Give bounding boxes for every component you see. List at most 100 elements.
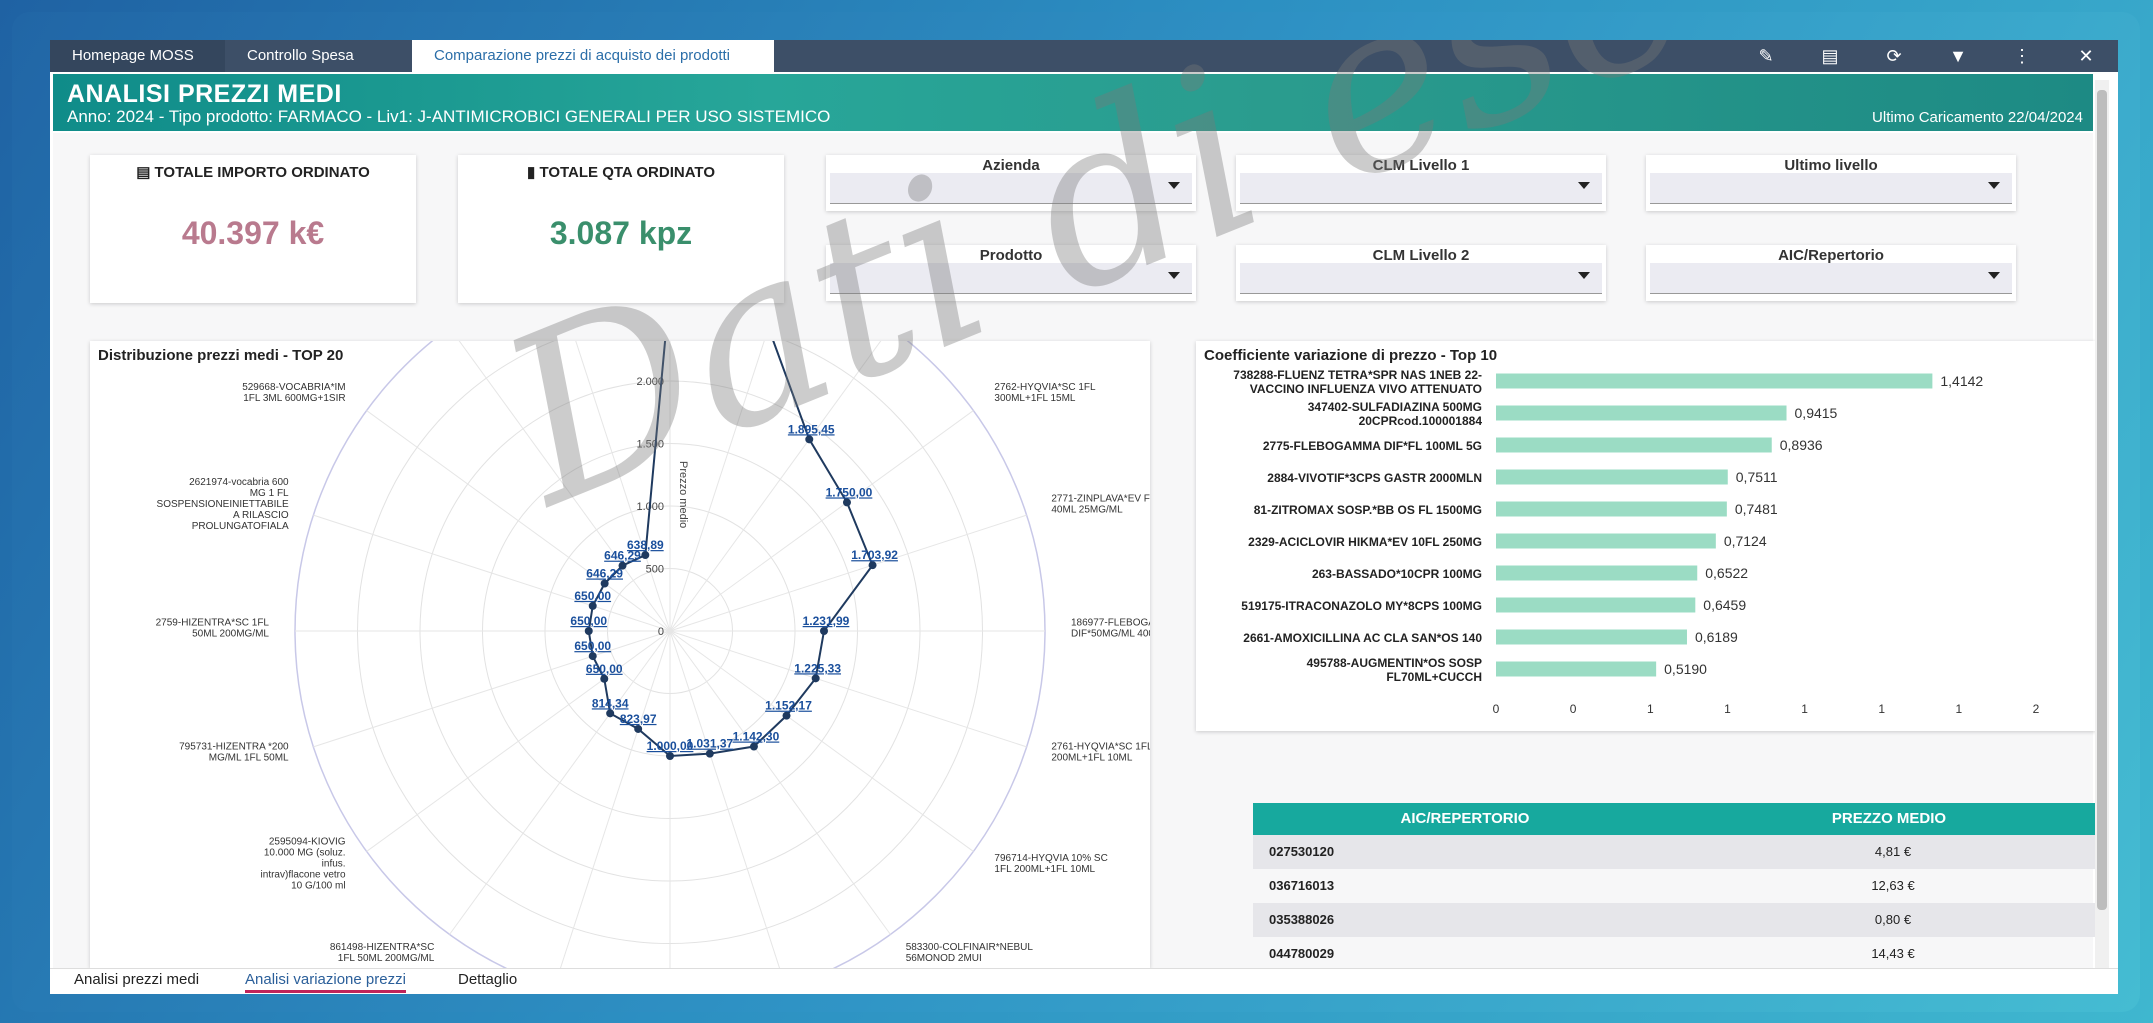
radar-category-label: 2762-HYQVIA*SC 1FL 300ML+1FL 15ML [994, 382, 1096, 404]
bar-value-label: 0,6459 [1703, 597, 1746, 613]
document-icon: ▮ [527, 164, 540, 181]
breadcrumb-controllo-spesa[interactable]: Controllo Spesa [225, 40, 417, 72]
bar-category-label: 263-BASSADO*10CPR 100MG [1312, 567, 1482, 581]
bar [1496, 373, 1933, 389]
vertical-scrollbar[interactable] [2095, 80, 2109, 968]
radar-point [641, 551, 650, 560]
prodotto-select[interactable] [830, 263, 1192, 294]
kpi-label: TOTALE QTA ORDINATO [539, 164, 715, 181]
x-tick-label: 2 [2033, 702, 2040, 716]
radar-point [634, 724, 643, 733]
radial-tick-label: 2.000 [636, 376, 664, 388]
radar-category-label: 2621974-vocabria 600 MG 1 FL SOSPENSIONEIN… [157, 477, 290, 532]
radar-value-label: 1.152,17 [765, 699, 812, 713]
radar-chart-panel: Distribuzione prezzi medi - TOP 20 0 500 1… [90, 341, 1150, 968]
radar-spoke [669, 630, 1027, 748]
radar-point [842, 498, 851, 507]
radar-value-label: 1.142,30 [733, 730, 780, 744]
radar-category-label: 796714-HYQVIA 10% SC 1FL 200ML+1FL 10ML [994, 853, 1107, 875]
ultimo-livello-select[interactable] [1650, 173, 2012, 204]
bar-value-label: 0,7481 [1735, 501, 1778, 517]
filter-clm-livello-1: CLM Livello 1 [1236, 155, 1606, 211]
chevron-down-icon [1988, 182, 2000, 189]
column-header-prezzo[interactable]: PREZZO MEDIO [1677, 803, 2101, 835]
tab-analisi-prezzi-medi[interactable]: Analisi prezzi medi [74, 971, 199, 988]
clm-livello-1-select[interactable] [1240, 173, 1602, 204]
breadcrumb-separator [395, 40, 409, 72]
radar-value-label: 1.225,33 [794, 661, 841, 675]
radar-category-label: 2595094-KIOVIG 10.000 MG (soluz. infus. int… [261, 837, 346, 892]
bar-value-label: 1,4142 [1940, 373, 1983, 389]
radar-value-label: 1.703,92 [851, 548, 898, 562]
radar-point [588, 601, 597, 610]
radar-category-label: 2759-HIZENTRA*SC 1FL 50ML 200MG/ML [156, 618, 270, 640]
radar-value-label: 1.895,45 [788, 422, 835, 436]
book-icon[interactable]: ▤ [1818, 46, 1842, 67]
edit-icon[interactable]: ✎ [1754, 46, 1778, 67]
bar-category-label: 2884-VIVOTIF*3CPS GASTR 2000MLN [1267, 471, 1482, 485]
table-row[interactable]: 036716013 12,63 € [1253, 869, 2101, 903]
radar-category-label: 2771-ZINPLAVA*EV FL 40ML 25MG/ML [1051, 494, 1150, 516]
scrollbar-thumb[interactable] [2097, 90, 2107, 910]
tab-dettaglio[interactable]: Dettaglio [458, 971, 517, 988]
bar [1496, 405, 1787, 421]
filter-aic-repertorio: AIC/Repertorio [1646, 245, 2016, 301]
close-icon[interactable]: ✕ [2074, 46, 2098, 67]
column-header-aic[interactable]: AIC/REPERTORIO [1253, 803, 1677, 835]
radar-spoke [449, 630, 671, 935]
last-load-date: Ultimo Caricamento 22/04/2024 [1872, 109, 2083, 126]
table-row[interactable]: 044780029 14,43 € [1253, 937, 2101, 971]
bar-category-label: 2775-FLEBOGAMMA DIF*FL 100ML 5G [1263, 439, 1482, 453]
more-icon[interactable]: ⋮ [2010, 46, 2034, 67]
bar [1496, 661, 1657, 677]
radar-category-label: 529668-VOCABRIA*IM 1FL 3ML 600MG+1SIR [242, 382, 345, 404]
cell-prezzo: 4,81 € [1874, 844, 1912, 859]
azienda-select[interactable] [830, 173, 1192, 204]
clm-livello-2-select[interactable] [1240, 263, 1602, 294]
filter-prodotto: Prodotto [826, 245, 1196, 301]
cell-aic: 027530120 [1269, 844, 1335, 859]
radar-point [749, 742, 758, 751]
bar [1496, 597, 1696, 613]
filter-azienda: Azienda [826, 155, 1196, 211]
x-tick-label: 0 [1493, 702, 1500, 716]
price-table: AIC/REPERTORIO PREZZO MEDIO 027530120 4,8… [1253, 803, 2101, 994]
bar-value-label: 0,7511 [1736, 469, 1778, 485]
bar [1496, 629, 1687, 645]
breadcrumb-separator [752, 40, 768, 72]
radar-point [666, 752, 674, 760]
tab-analisi-variazione-prezzi[interactable]: Analisi variazione prezzi [245, 971, 406, 993]
aic-repertorio-select[interactable] [1650, 263, 2012, 294]
table-row[interactable]: 027530120 4,81 € [1253, 835, 2101, 869]
radar-point [600, 674, 609, 683]
breadcrumb-home[interactable]: Homepage MOSS [50, 40, 247, 72]
table-row[interactable]: 035388026 0,80 € [1253, 903, 2101, 937]
radar-spoke [366, 410, 671, 632]
radar-spoke [669, 410, 974, 632]
bar [1496, 469, 1728, 485]
radar-category-label: 861498-HIZENTRA*SC 1FL 50ML 200MG/ML [330, 942, 435, 964]
refresh-icon[interactable]: ⟳ [1882, 46, 1906, 67]
bar-value-label: 0,5190 [1664, 661, 1707, 677]
x-tick-label: 1 [1801, 702, 1808, 716]
app-window: Homepage MOSS Controllo Spesa Comparazio… [50, 40, 2118, 994]
radar-spoke [669, 630, 781, 968]
chevron-down-icon [1168, 272, 1180, 279]
chevron-down-icon [1988, 272, 2000, 279]
page-header: ANALISI PREZZI MEDI Anno: 2024 - Tipo pr… [53, 74, 2093, 131]
bar-category-label: 738288-FLUENZ TETRA*SPR NAS 1NEB 22-VACC… [1233, 368, 1482, 396]
radar-point [705, 749, 714, 758]
cell-aic: 036716013 [1269, 878, 1335, 893]
kpi-total-amount: ▤ TOTALE IMPORTO ORDINATO 40.397 k€ [90, 155, 416, 303]
radar-point [584, 627, 593, 635]
filter-label: Azienda [982, 157, 1040, 174]
x-tick-label: 0 [1570, 702, 1577, 716]
filter-label: Prodotto [979, 247, 1043, 264]
filter-icon[interactable]: ▼ [1946, 46, 1970, 67]
radar-chart: 05001.0001.5002.0002.500Prezzo medio2.74… [156, 341, 1150, 968]
radar-value-label: 1.231,99 [803, 614, 850, 628]
radar-point [819, 627, 828, 635]
bar [1496, 437, 1772, 453]
bar-category-label: 519175-ITRACONAZOLO MY*8CPS 100MG [1241, 599, 1482, 613]
filter-clm-livello-2: CLM Livello 2 [1236, 245, 1606, 301]
